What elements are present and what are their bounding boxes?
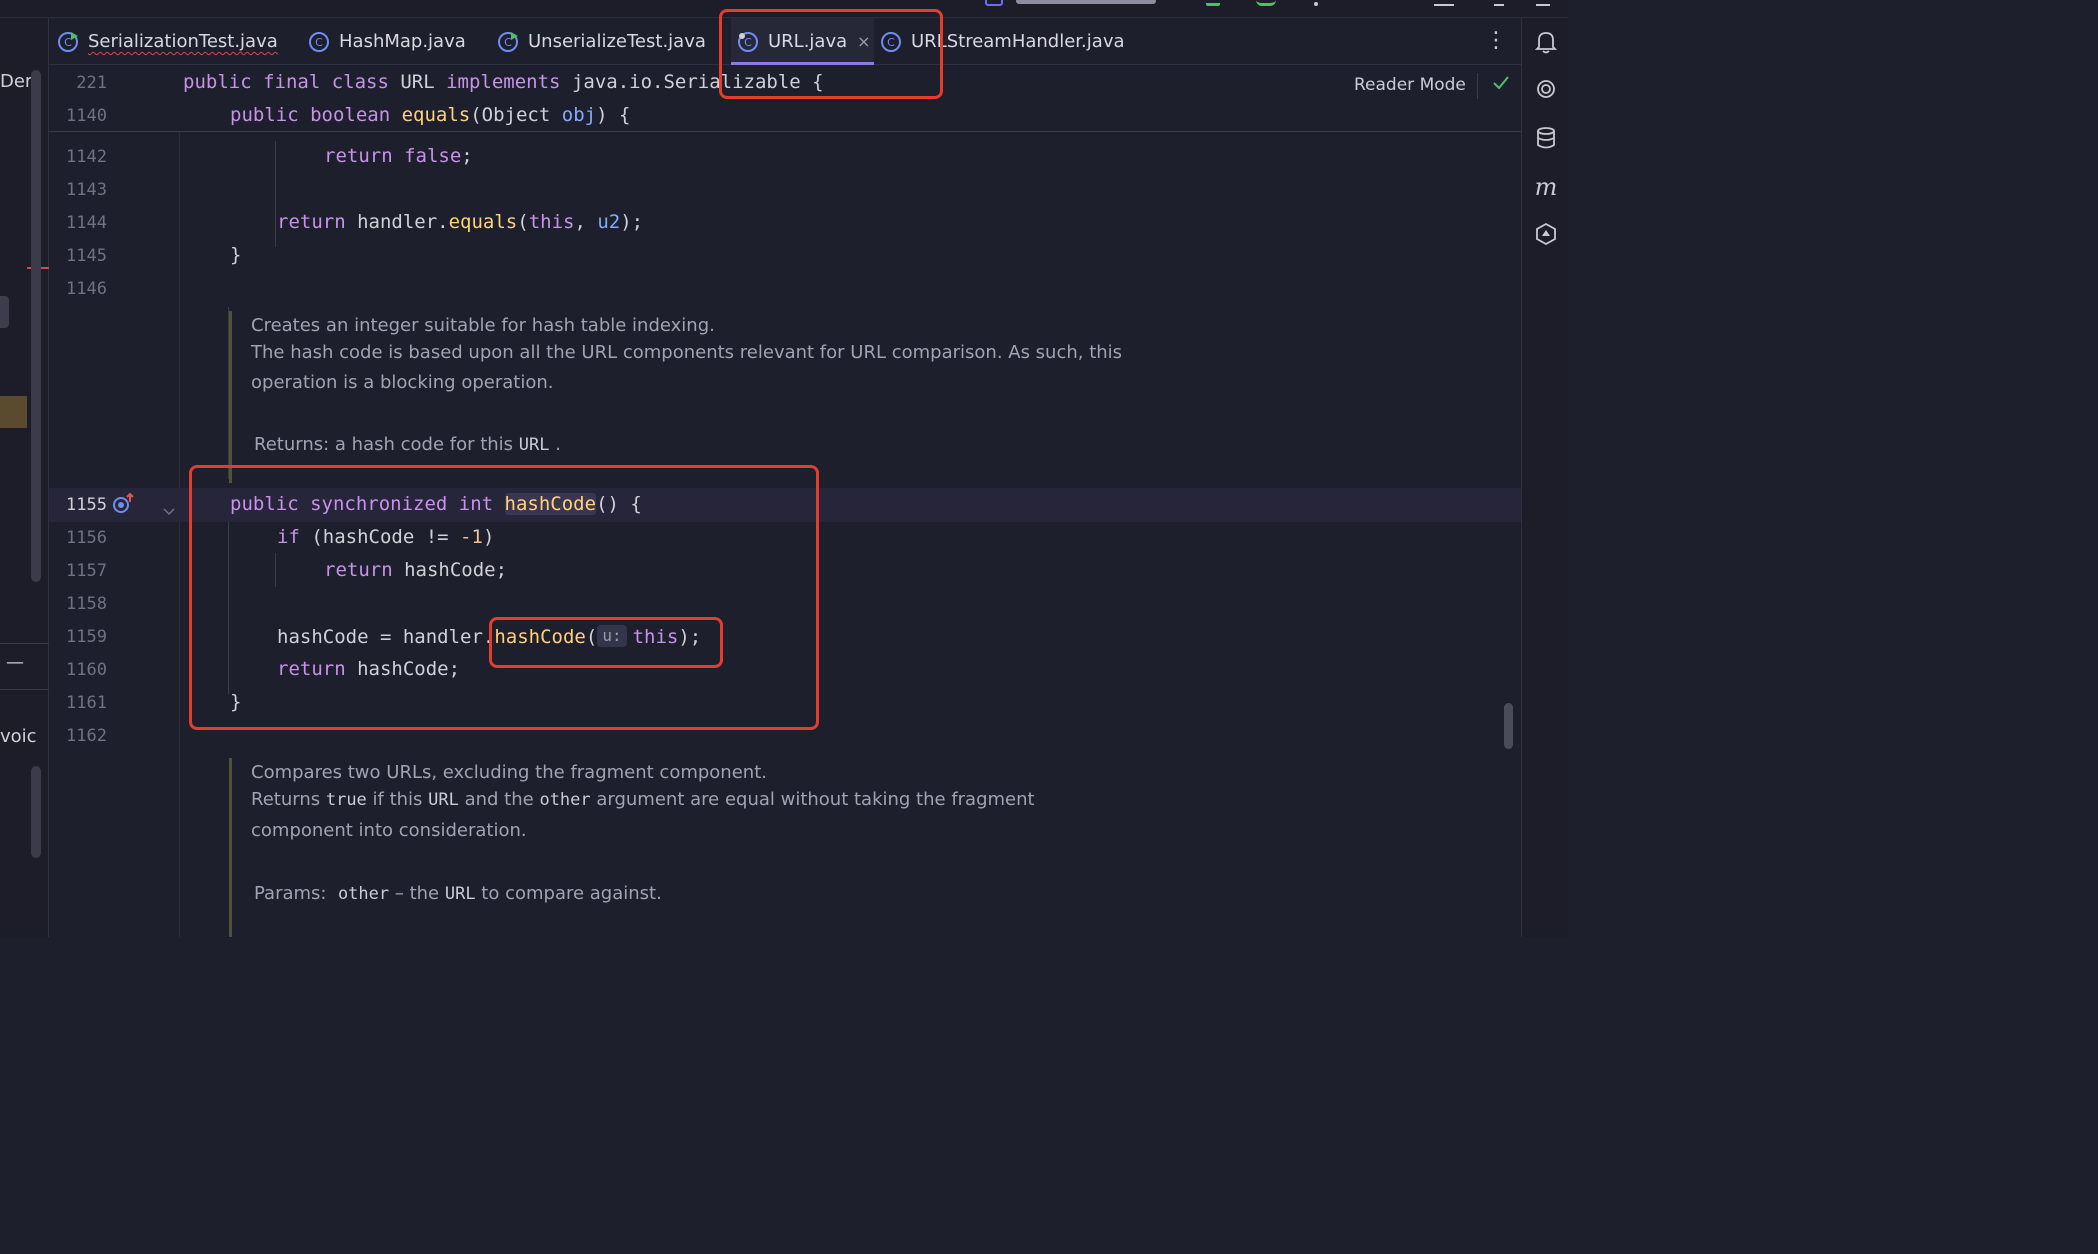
code-line: public boolean equals(Object obj) { bbox=[230, 104, 631, 126]
line-number: 1155 bbox=[66, 495, 107, 515]
code-line: return false; bbox=[324, 145, 473, 167]
search-icon[interactable] bbox=[1494, 0, 1504, 6]
tab-serialization-test[interactable]: C SerializationTest.java bbox=[57, 18, 278, 65]
left-selection-chip bbox=[0, 296, 9, 328]
line-number: 1144 bbox=[66, 213, 107, 233]
annotation-box-method bbox=[189, 465, 819, 730]
tab-unserialize-test[interactable]: C UnserializeTest.java bbox=[497, 18, 706, 65]
line-number: 1162 bbox=[66, 726, 107, 746]
indent-guide bbox=[275, 141, 276, 247]
tab-label: SerializationTest.java bbox=[88, 31, 278, 52]
check-icon[interactable] bbox=[1490, 71, 1512, 93]
left-highlight-chip bbox=[0, 396, 27, 428]
line-number: 1158 bbox=[66, 594, 107, 614]
line-number: 1157 bbox=[66, 561, 107, 581]
doc-text: operation is a blocking operation. bbox=[251, 372, 554, 393]
override-icon[interactable] bbox=[111, 492, 135, 520]
class-run-icon: C bbox=[57, 31, 79, 53]
editor-scrollbar[interactable] bbox=[1504, 703, 1513, 749]
line-number: 1160 bbox=[66, 660, 107, 680]
settings-icon[interactable] bbox=[1536, 0, 1550, 6]
left-divider bbox=[0, 643, 49, 644]
reader-mode-button[interactable]: Reader Mode bbox=[1354, 75, 1466, 95]
code-with-me-icon[interactable] bbox=[1434, 0, 1454, 6]
line-number: 221 bbox=[76, 73, 107, 93]
left-scrollbar[interactable] bbox=[31, 766, 41, 858]
ai-assistant-icon[interactable] bbox=[1533, 78, 1559, 104]
tab-hashmap[interactable]: C HashMap.java bbox=[308, 18, 466, 65]
line-number: 1142 bbox=[66, 147, 107, 167]
svg-text:C: C bbox=[504, 36, 512, 49]
doc-text: The hash code is based upon all the URL … bbox=[251, 342, 1123, 363]
doc-comment-bar bbox=[229, 311, 232, 483]
run-config-selector[interactable] bbox=[1016, 0, 1156, 4]
line-number: 1140 bbox=[66, 106, 107, 126]
left-text-fragment: voic bbox=[0, 726, 37, 747]
code-line: } bbox=[230, 244, 242, 266]
line-number: 1146 bbox=[66, 279, 107, 299]
notifications-icon[interactable] bbox=[1533, 30, 1559, 56]
line-number: 1143 bbox=[66, 180, 107, 200]
class-icon: C bbox=[308, 31, 330, 53]
doc-comment-bar bbox=[229, 758, 232, 937]
project-tool-window: Der — voic bbox=[0, 18, 49, 937]
tab-label: UnserializeTest.java bbox=[528, 31, 706, 52]
gutter-divider bbox=[179, 131, 180, 937]
debug-icon[interactable] bbox=[1256, 0, 1276, 6]
left-text-fragment: Der bbox=[0, 71, 33, 92]
doc-text: Returns true if this URL and the other a… bbox=[251, 789, 1035, 810]
plugin-icon[interactable] bbox=[1533, 222, 1559, 248]
doc-params: Params: other – the URL to compare again… bbox=[254, 883, 662, 904]
left-divider bbox=[0, 689, 49, 690]
annotation-box-call bbox=[489, 617, 723, 668]
minimize-icon[interactable]: — bbox=[6, 652, 24, 673]
line-number: 1145 bbox=[66, 246, 107, 266]
svg-text:C: C bbox=[315, 36, 323, 49]
tab-label: HashMap.java bbox=[339, 31, 466, 52]
line-number: 1156 bbox=[66, 528, 107, 548]
database-icon[interactable] bbox=[1533, 126, 1559, 152]
line-number: 1159 bbox=[66, 627, 107, 647]
doc-text: component into consideration. bbox=[251, 820, 527, 841]
doc-text: Compares two URLs, excluding the fragmen… bbox=[251, 762, 767, 783]
left-scrollbar[interactable] bbox=[31, 70, 41, 582]
svg-text:C: C bbox=[64, 36, 72, 49]
code-line: return handler.equals(this, u2); bbox=[277, 211, 644, 233]
line-number: 1161 bbox=[66, 693, 107, 713]
tab-label: URLStreamHandler.java bbox=[911, 31, 1125, 52]
tab-more-icon[interactable]: ⋮ bbox=[1485, 28, 1507, 53]
fold-icon[interactable] bbox=[163, 501, 175, 520]
class-run-icon: C bbox=[497, 31, 519, 53]
annotation-box-tab bbox=[719, 9, 943, 99]
run-config-icon[interactable] bbox=[985, 0, 1003, 6]
more-actions-icon[interactable] bbox=[1314, 2, 1318, 6]
doc-returns: Returns: a hash code for this URL . bbox=[254, 434, 561, 455]
maven-icon[interactable]: m bbox=[1533, 174, 1559, 200]
run-icon[interactable] bbox=[1206, 0, 1220, 6]
right-tool-strip: m bbox=[1521, 18, 1568, 937]
toolbar-separator bbox=[1477, 73, 1478, 99]
doc-text: Creates an integer suitable for hash tab… bbox=[251, 315, 715, 336]
